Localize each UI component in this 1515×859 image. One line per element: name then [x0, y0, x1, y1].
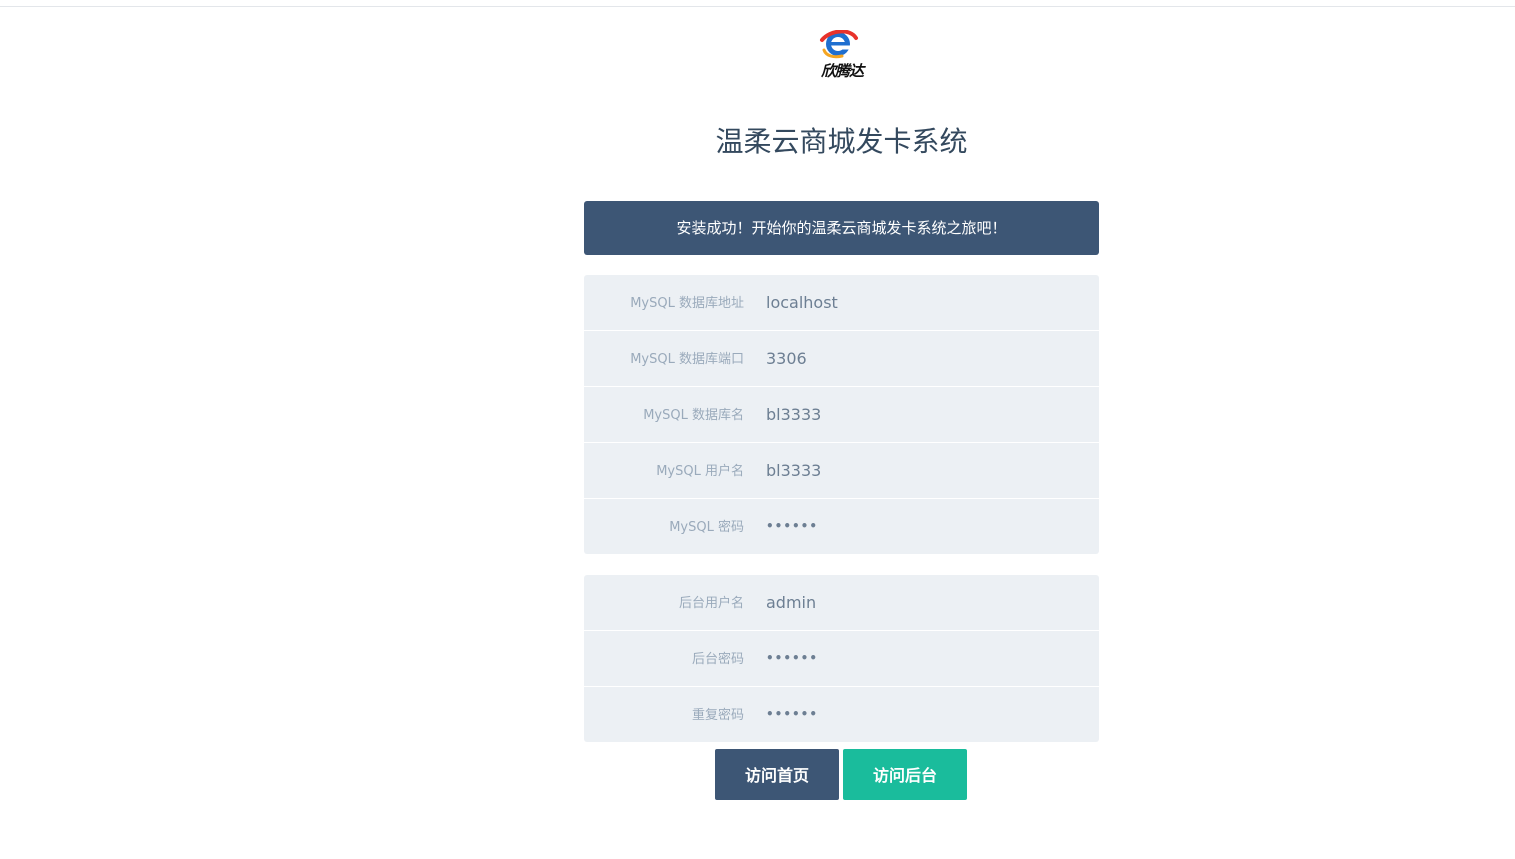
- admin-repeat-password-row: 重复密码: [584, 687, 1099, 742]
- db-port-label: MySQL 数据库端口: [630, 352, 744, 367]
- db-name-input[interactable]: [766, 387, 1086, 442]
- visit-admin-button[interactable]: 访问后台: [843, 749, 967, 800]
- admin-user-row: 后台用户名: [584, 575, 1099, 631]
- logo: 欣腾达: [812, 30, 872, 82]
- db-port-row: MySQL 数据库端口: [584, 331, 1099, 387]
- admin-repeat-password-label: 重复密码: [691, 708, 744, 723]
- ie-style-e-logo-icon: [820, 30, 858, 59]
- db-port-input[interactable]: [766, 331, 1086, 386]
- logo-text: 欣腾达: [820, 62, 864, 80]
- success-banner: 安装成功！开始你的温柔云商城发卡系统之旅吧！: [584, 201, 1099, 255]
- db-host-input[interactable]: [766, 275, 1086, 330]
- db-password-row: MySQL 密码: [584, 499, 1099, 554]
- db-user-input[interactable]: [766, 443, 1086, 498]
- admin-settings-group: 后台用户名 后台密码 重复密码: [584, 575, 1099, 742]
- admin-password-input[interactable]: [766, 631, 1086, 686]
- db-name-label: MySQL 数据库名: [643, 408, 744, 423]
- db-password-input[interactable]: [766, 499, 1086, 554]
- db-host-row: MySQL 数据库地址: [584, 275, 1099, 331]
- admin-user-label: 后台用户名: [678, 596, 744, 611]
- page-title: 温柔云商城发卡系统: [715, 125, 968, 158]
- admin-user-input[interactable]: [766, 575, 1086, 630]
- top-divider: [0, 6, 1515, 7]
- database-settings-group: MySQL 数据库地址 MySQL 数据库端口 MySQL 数据库名 MySQL…: [584, 275, 1099, 554]
- admin-password-row: 后台密码: [584, 631, 1099, 687]
- admin-password-label: 后台密码: [691, 652, 744, 667]
- admin-repeat-password-input[interactable]: [766, 687, 1086, 742]
- db-user-row: MySQL 用户名: [584, 443, 1099, 499]
- db-host-label: MySQL 数据库地址: [630, 296, 744, 311]
- visit-home-button[interactable]: 访问首页: [715, 749, 839, 800]
- db-name-row: MySQL 数据库名: [584, 387, 1099, 443]
- db-password-label: MySQL 密码: [669, 520, 744, 535]
- db-user-label: MySQL 用户名: [656, 464, 744, 479]
